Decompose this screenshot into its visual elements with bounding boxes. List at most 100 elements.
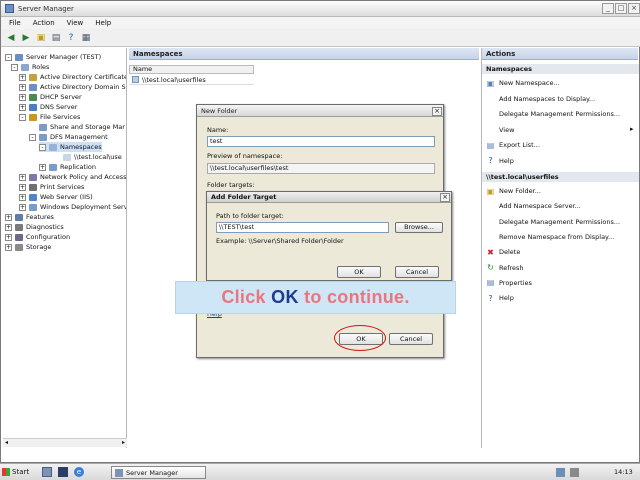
expand-toggle-icon[interactable]: +: [19, 173, 26, 181]
tree-node-icon: [29, 183, 37, 191]
action-item-label: Add Namespace Server...: [499, 202, 581, 211]
back-icon[interactable]: ◀: [5, 32, 17, 44]
close-button[interactable]: ×: [628, 3, 640, 14]
add-folder-target-close-button[interactable]: ×: [440, 193, 450, 202]
action-item[interactable]: Add Namespaces to Display...: [486, 94, 595, 104]
actions-section-namespaces[interactable]: Namespaces: [482, 64, 639, 74]
tree-item[interactable]: + Active Directory Domain Se: [19, 82, 126, 92]
tree-item[interactable]: + Features: [5, 212, 54, 222]
expand-toggle-icon[interactable]: +: [19, 83, 26, 91]
menu-action[interactable]: Action: [33, 19, 55, 27]
tree-item[interactable]: + Diagnostics: [5, 222, 64, 232]
tree-item[interactable]: + Storage: [5, 242, 51, 252]
expand-toggle-icon[interactable]: +: [5, 223, 12, 231]
action-item[interactable]: ▣ New Namespace...: [486, 78, 560, 88]
expand-toggle-icon[interactable]: -: [19, 113, 26, 121]
menu-view[interactable]: View: [67, 19, 84, 27]
tree-item[interactable]: - Roles: [11, 62, 49, 72]
preview-field: \\test.local\userfiles\test: [207, 163, 435, 174]
expand-toggle-icon[interactable]: +: [5, 213, 12, 221]
up-folder-icon[interactable]: ▣: [35, 32, 47, 44]
quicklaunch-server-manager-icon[interactable]: [42, 467, 52, 477]
help-icon: ?: [488, 156, 493, 165]
new-folder-cancel-button[interactable]: Cancel: [389, 333, 433, 345]
menu-help[interactable]: Help: [95, 19, 111, 27]
forward-icon[interactable]: ▶: [20, 32, 32, 44]
quicklaunch-console-icon[interactable]: [58, 467, 68, 477]
tree-item[interactable]: - File Services: [19, 112, 80, 122]
tree-node-icon: [29, 173, 37, 181]
tree-item[interactable]: + Web Server (IIS): [19, 192, 93, 202]
tray-volume-icon[interactable]: [570, 468, 579, 477]
actions-section-userfiles[interactable]: \\test.local\userfiles: [482, 172, 639, 182]
action-item[interactable]: ? Help: [486, 293, 513, 303]
expand-toggle-icon[interactable]: +: [19, 183, 26, 191]
action-item[interactable]: ▤ Properties: [486, 278, 532, 288]
tree-item[interactable]: + Replication: [39, 162, 96, 172]
action-item[interactable]: ↻ Refresh: [486, 263, 523, 273]
help-icon[interactable]: ?: [65, 32, 77, 44]
tree-item[interactable]: - DFS Management: [29, 132, 108, 142]
tree-item[interactable]: + Active Directory Certificate: [19, 72, 126, 82]
expand-toggle-icon[interactable]: +: [5, 243, 12, 251]
tree-item[interactable]: - Namespaces: [39, 142, 102, 152]
action-item[interactable]: ? Help: [486, 156, 513, 166]
action-item[interactable]: Delegate Management Permissions...: [486, 217, 620, 227]
expand-toggle-icon[interactable]: +: [39, 163, 46, 171]
expand-toggle-icon[interactable]: +: [5, 233, 12, 241]
show-hide-tree-icon[interactable]: ▤: [50, 32, 62, 44]
tree-item-label: Storage: [26, 243, 52, 251]
menu-file[interactable]: File: [9, 19, 21, 27]
action-item[interactable]: Delegate Management Permissions...: [486, 109, 620, 119]
action-item[interactable]: ✖ Delete: [486, 247, 520, 257]
tree-node-icon: [15, 233, 23, 241]
tree-horizontal-scrollbar[interactable]: ◂ ▸: [3, 438, 127, 447]
tree-item[interactable]: + Configuration: [5, 232, 70, 242]
add-target-ok-button[interactable]: OK: [337, 266, 381, 278]
expand-toggle-icon[interactable]: +: [19, 103, 26, 111]
expand-toggle-icon[interactable]: +: [19, 73, 26, 81]
expand-toggle-icon[interactable]: -: [5, 53, 12, 61]
tree-item-label: \\test.local\use: [74, 153, 122, 161]
column-header-name[interactable]: Name: [129, 65, 254, 74]
maximize-button[interactable]: □: [615, 3, 627, 14]
quicklaunch-ie-icon[interactable]: e: [74, 467, 84, 477]
action-item[interactable]: ▣ New Folder...: [486, 186, 541, 196]
tree-node-icon: [15, 243, 23, 251]
expand-toggle-icon[interactable]: +: [19, 193, 26, 201]
tree-item[interactable]: + Network Policy and Access: [19, 172, 126, 182]
folder-targets-label: Folder targets:: [207, 181, 255, 189]
tree-item-label: Web Server (IIS): [40, 193, 93, 201]
name-input[interactable]: test: [207, 136, 435, 147]
path-input[interactable]: \\TEST\test: [216, 222, 389, 233]
browse-button[interactable]: Browse...: [395, 222, 443, 233]
namespace-row[interactable]: \\test.local\userfiles: [129, 75, 254, 85]
action-item[interactable]: Remove Namespace from Display...: [486, 232, 614, 242]
app-icon: [5, 4, 14, 13]
tree-item[interactable]: + DHCP Server: [19, 92, 82, 102]
tree-item[interactable]: + Print Services: [19, 182, 84, 192]
minimize-button[interactable]: _: [602, 3, 614, 14]
add-target-cancel-button[interactable]: Cancel: [395, 266, 439, 278]
start-button[interactable]: Start: [2, 466, 34, 478]
tray-clock[interactable]: 14:13: [614, 468, 633, 476]
expand-toggle-icon[interactable]: +: [19, 93, 26, 101]
expand-toggle-icon[interactable]: -: [11, 63, 18, 71]
new-folder-close-button[interactable]: ×: [432, 107, 442, 116]
tree-node-icon: [15, 53, 23, 61]
expand-toggle-icon[interactable]: -: [39, 143, 46, 151]
taskbar-server-manager-button[interactable]: Server Manager: [111, 466, 206, 479]
tree-item[interactable]: + DNS Server: [19, 102, 77, 112]
tree-item[interactable]: + Windows Deployment Servi: [19, 202, 126, 212]
action-item[interactable]: View: [486, 125, 514, 135]
properties-icon[interactable]: ▦: [80, 32, 92, 44]
expand-toggle-icon[interactable]: +: [19, 203, 26, 211]
tray-network-icon[interactable]: [556, 468, 565, 477]
tree-item[interactable]: Share and Storage Mar: [29, 122, 125, 132]
action-item[interactable]: Add Namespace Server...: [486, 201, 581, 211]
action-item-label: Delete: [499, 248, 521, 257]
tree-item[interactable]: \\test.local\use: [53, 152, 122, 162]
expand-toggle-icon[interactable]: -: [29, 133, 36, 141]
tree-item[interactable]: - Server Manager (TEST): [5, 52, 101, 62]
action-item[interactable]: ▤ Export List...: [486, 140, 540, 150]
